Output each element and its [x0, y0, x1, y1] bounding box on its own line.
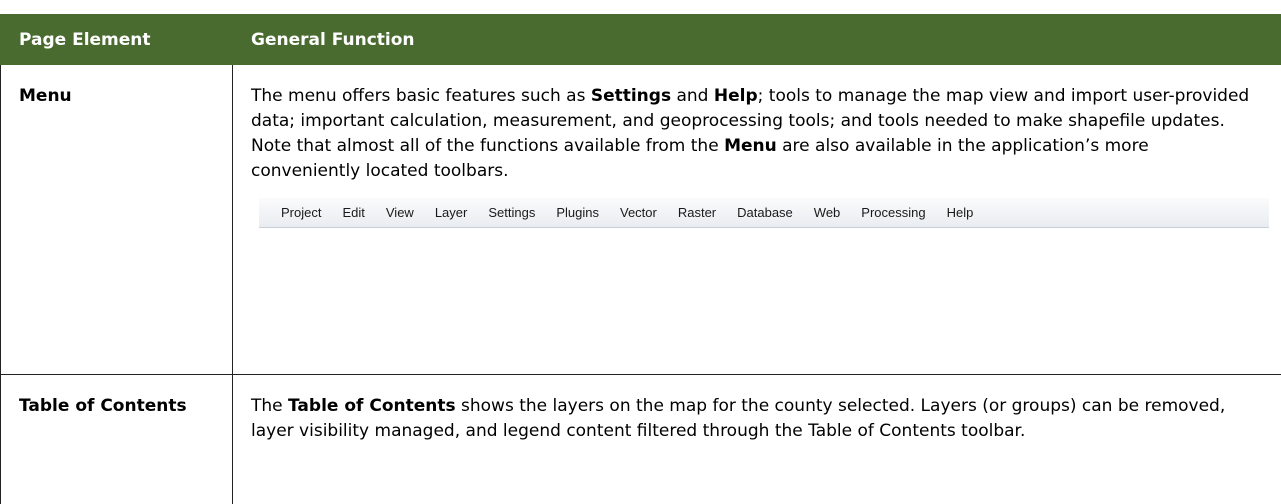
menubar-item-edit: Edit — [342, 205, 365, 220]
header-page-element: Page Element — [0, 14, 233, 65]
menubar-item-web: Web — [813, 205, 841, 220]
element-description: The Table of Contents shows the layers o… — [232, 374, 1281, 504]
menubar-item-settings: Settings — [488, 205, 536, 220]
menubar-item-help: Help — [946, 205, 974, 220]
menubar-item-database: Database — [737, 205, 793, 220]
menubar-item-project: Project — [281, 205, 322, 220]
menubar-item-processing: Processing — [861, 205, 926, 220]
description-text: The Table of Contents shows the layers o… — [251, 396, 1226, 441]
table-header-row: Page Element General Function — [0, 14, 1281, 65]
menubar-item-view: View — [385, 205, 414, 220]
element-name: Menu — [0, 64, 233, 375]
menubar-item-vector: Vector — [619, 205, 657, 220]
element-name: Table of Contents — [0, 374, 233, 504]
clipped-caption — [0, 0, 1281, 14]
menubar-item-plugins: Plugins — [556, 205, 599, 220]
element-description: The menu offers basic features such as S… — [232, 64, 1281, 375]
table-row: Menu The menu offers basic features such… — [0, 64, 1281, 375]
table-row: Table of Contents The Table of Contents … — [0, 374, 1281, 504]
page-element-function-table: Page Element General Function Menu The m… — [0, 14, 1281, 504]
menubar-item-raster: Raster — [677, 205, 717, 220]
menu-bar-screenshot: Project Edit View Layer Settings Plugins… — [259, 198, 1269, 228]
description-text: The menu offers basic features such as S… — [251, 86, 1250, 181]
header-general-function: General Function — [232, 14, 1281, 65]
menubar-item-layer: Layer — [434, 205, 468, 220]
